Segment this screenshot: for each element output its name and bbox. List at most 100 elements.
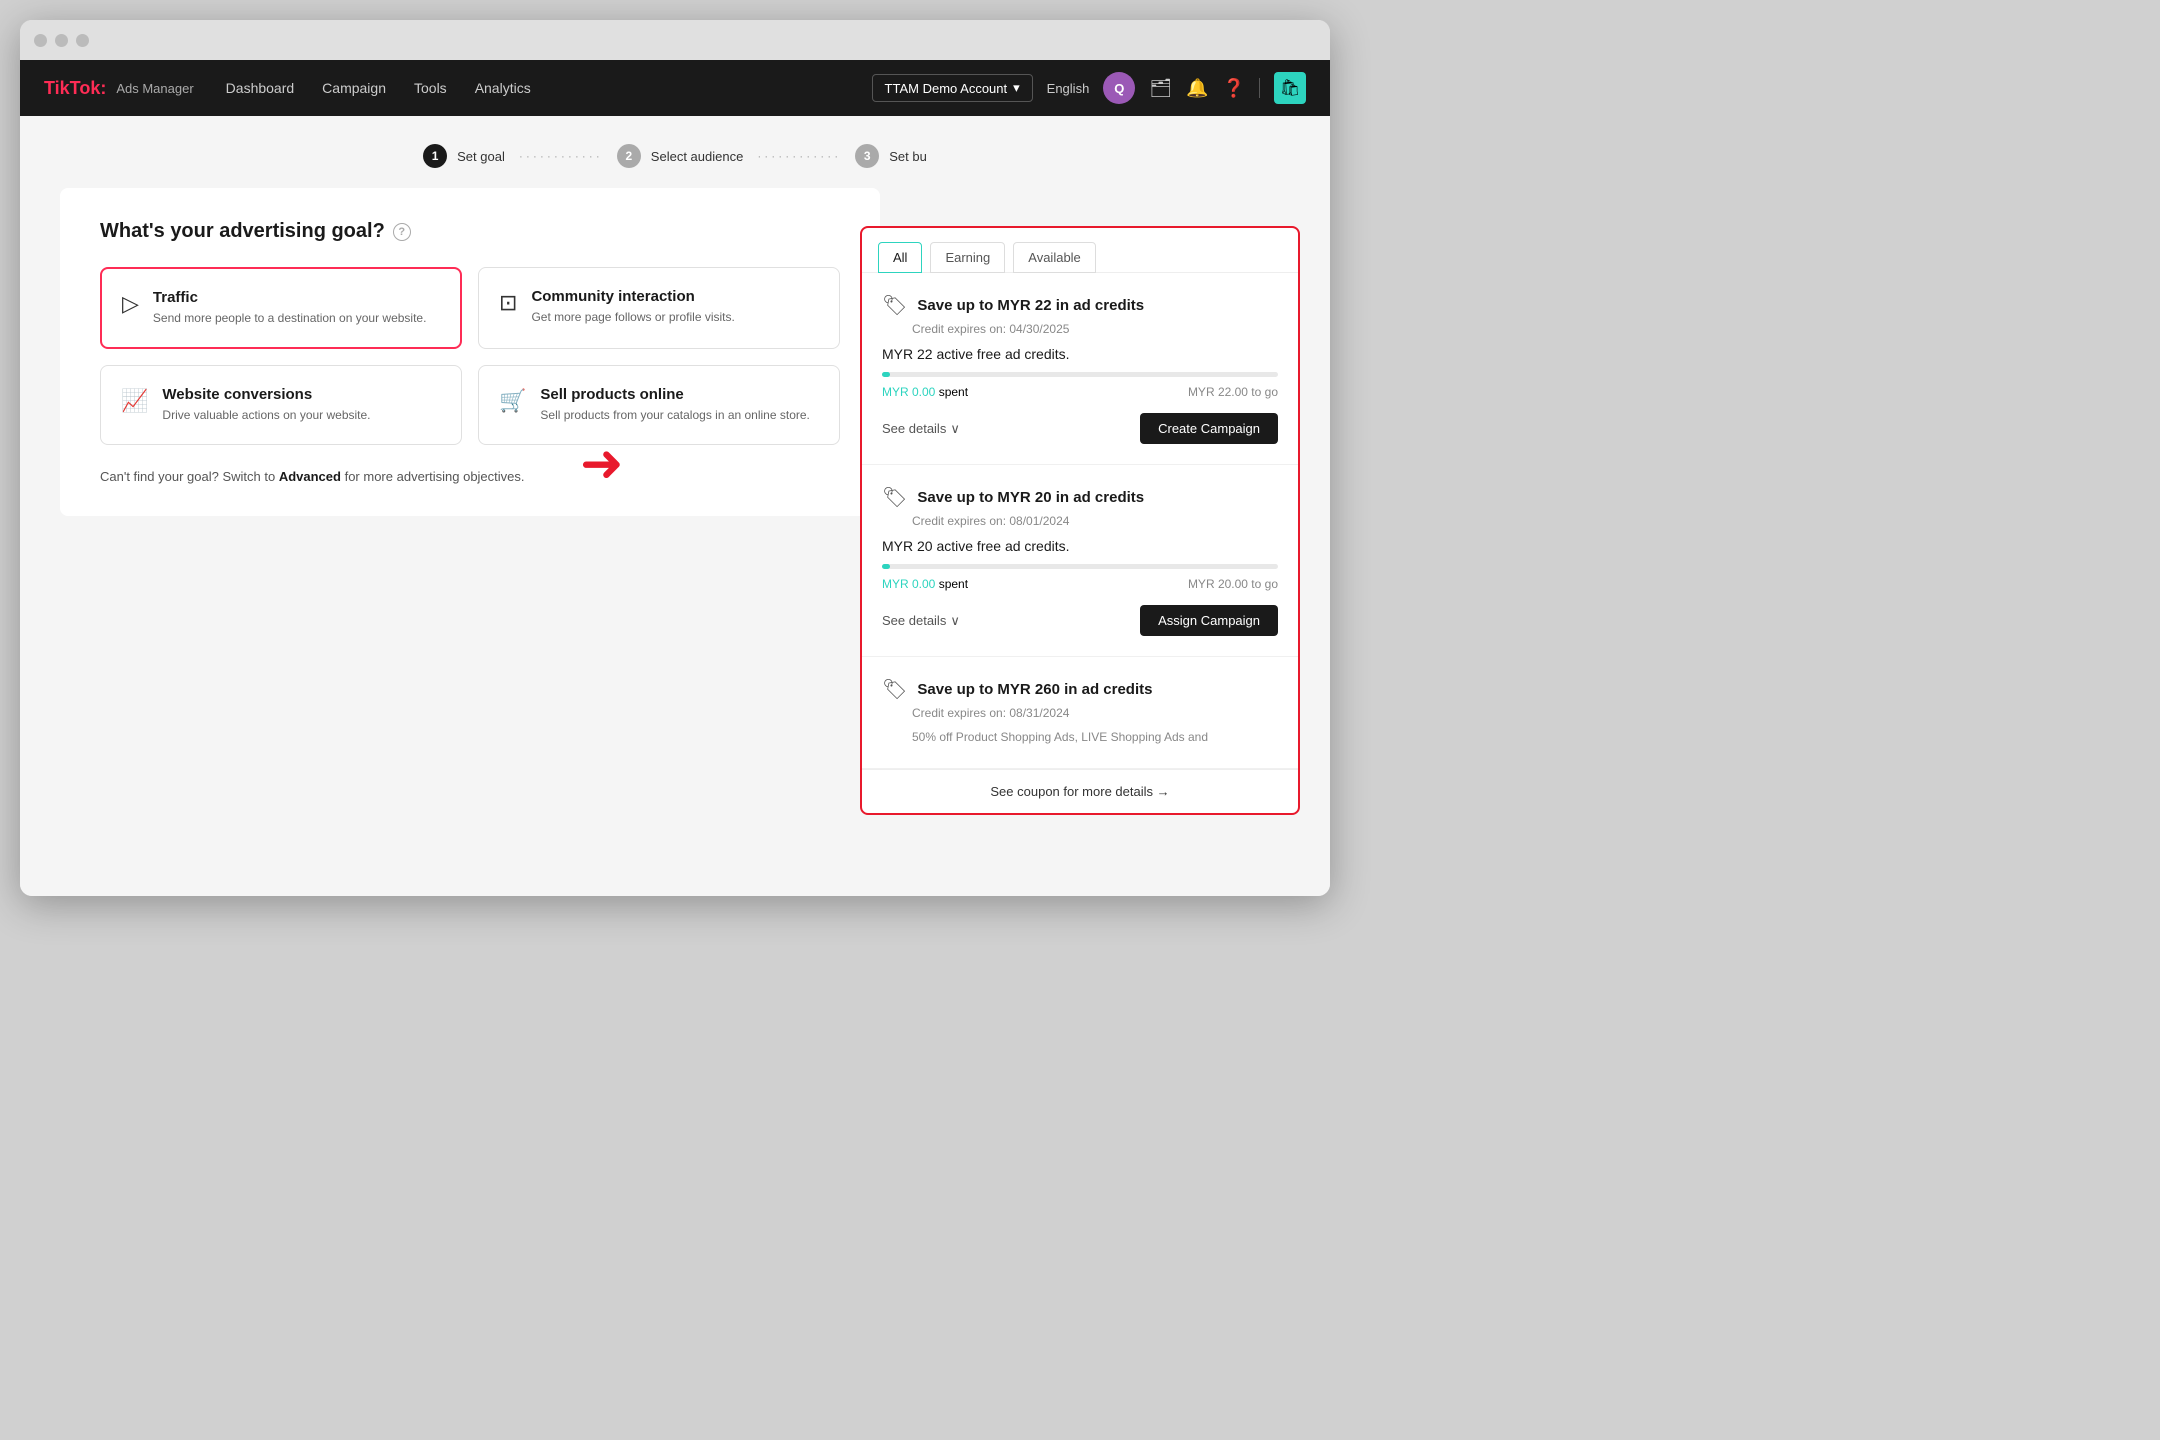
coupon-2-spent: MYR 0.00 spent bbox=[882, 577, 968, 591]
coupon-1-see-details[interactable]: See details ∨ bbox=[882, 421, 960, 437]
coupon-1-active-text: MYR 22 active free ad credits. bbox=[882, 346, 1278, 362]
app-window: TikTok: Ads Manager Dashboard Campaign T… bbox=[20, 20, 1330, 896]
goal-section-title: What's your advertising goal? ? bbox=[100, 220, 840, 243]
step-2-label: Select audience bbox=[651, 149, 744, 164]
step-3-number: 3 bbox=[855, 144, 879, 168]
traffic-card-title: Traffic bbox=[153, 289, 427, 306]
title-bar bbox=[20, 20, 1330, 60]
sell-icon: 🛒 bbox=[499, 388, 526, 414]
coupon-1-spent: MYR 0.00 spent bbox=[882, 385, 968, 399]
coupon-3-partial-text: 50% off Product Shopping Ads, LIVE Shopp… bbox=[912, 730, 1278, 744]
coupon-1-expiry: Credit expires on: 04/30/2025 bbox=[912, 322, 1278, 336]
community-card-content: Community interaction Get more page foll… bbox=[531, 288, 734, 326]
tiktok-shop-icon[interactable]: 🛍 bbox=[1274, 72, 1306, 104]
nav-links: Dashboard Campaign Tools Analytics bbox=[226, 80, 872, 96]
coupon-tab-earning[interactable]: Earning bbox=[930, 242, 1005, 273]
coupon-1-togo: MYR 22.00 to go bbox=[1188, 385, 1278, 399]
nav-campaign[interactable]: Campaign bbox=[322, 80, 386, 96]
coupon-2-see-details[interactable]: See details ∨ bbox=[882, 613, 960, 629]
community-icon: ⊡ bbox=[499, 290, 517, 316]
chevron-down-small-icon: ∨ bbox=[950, 421, 960, 437]
step-dots-1: ············ bbox=[519, 149, 603, 163]
coupon-1-progress-fill bbox=[882, 372, 890, 377]
main-content: 1 Set goal ············ 2 Select audienc… bbox=[20, 116, 1330, 896]
help-icon[interactable]: ❓ bbox=[1223, 78, 1245, 99]
community-card-desc: Get more page follows or profile visits. bbox=[531, 309, 734, 326]
logo-text: TikTok: bbox=[44, 78, 106, 99]
tiktok-brand: TikTok: bbox=[44, 78, 106, 98]
account-name: TTAM Demo Account bbox=[885, 81, 1008, 96]
arrow-indicator: ➜ bbox=[580, 434, 624, 494]
coupon-2-progress-labels: MYR 0.00 spent MYR 20.00 to go bbox=[882, 577, 1278, 591]
coupon-3-header: 🏷 Save up to MYR 260 in ad credits bbox=[882, 677, 1278, 702]
goal-help-icon[interactable]: ? bbox=[393, 223, 411, 241]
traffic-light-maximize[interactable] bbox=[76, 34, 89, 47]
coupon-3-title: Save up to MYR 260 in ad credits bbox=[917, 681, 1152, 698]
step-2: 2 Select audience bbox=[617, 144, 744, 168]
advanced-text: Can't find your goal? Switch to Advanced… bbox=[100, 469, 840, 484]
coupon-2-icon: 🏷 bbox=[882, 485, 907, 510]
step-3: 3 Set bu bbox=[855, 144, 927, 168]
coupon-tabs: All Earning Available bbox=[862, 228, 1298, 273]
coupon-panel: All Earning Available 🏷 Save up to MYR 2… bbox=[860, 226, 1300, 815]
goal-card-sell[interactable]: 🛒 Sell products online Sell products fro… bbox=[478, 365, 840, 445]
sell-card-content: Sell products online Sell products from … bbox=[540, 386, 809, 424]
chevron-down-small-icon-2: ∨ bbox=[950, 613, 960, 629]
coupon-tab-available[interactable]: Available bbox=[1013, 242, 1096, 273]
coupon-2-title: Save up to MYR 20 in ad credits bbox=[917, 489, 1144, 506]
step-1: 1 Set goal bbox=[423, 144, 505, 168]
goal-card-conversions[interactable]: 📈 Website conversions Drive valuable act… bbox=[100, 365, 462, 445]
coupon-1-title: Save up to MYR 22 in ad credits bbox=[917, 297, 1144, 314]
coupon-1-header: 🏷 Save up to MYR 22 in ad credits bbox=[882, 293, 1278, 318]
step-3-label: Set bu bbox=[889, 149, 927, 164]
logo-subtitle: Ads Manager bbox=[116, 81, 193, 96]
briefcase-icon[interactable]: 🗂 bbox=[1149, 78, 1172, 99]
goal-card-traffic[interactable]: ▷ Traffic Send more people to a destinat… bbox=[100, 267, 462, 349]
coupon-1-progress-bar bbox=[882, 372, 1278, 377]
traffic-light-minimize[interactable] bbox=[55, 34, 68, 47]
account-selector[interactable]: TTAM Demo Account ▾ bbox=[872, 74, 1033, 102]
assign-campaign-button[interactable]: Assign Campaign bbox=[1140, 605, 1278, 636]
see-coupon-link[interactable]: See coupon for more details → bbox=[862, 769, 1298, 813]
coupon-item-2: 🏷 Save up to MYR 20 in ad credits Credit… bbox=[862, 465, 1298, 657]
step-1-number: 1 bbox=[423, 144, 447, 168]
nav-tools[interactable]: Tools bbox=[414, 80, 447, 96]
community-card-title: Community interaction bbox=[531, 288, 734, 305]
see-coupon-text: See coupon for more details → bbox=[990, 784, 1169, 799]
conversions-card-content: Website conversions Drive valuable actio… bbox=[162, 386, 370, 424]
conversions-card-desc: Drive valuable actions on your website. bbox=[162, 407, 370, 424]
shop-icon-symbol: 🛍 bbox=[1280, 78, 1300, 98]
conversions-icon: 📈 bbox=[121, 388, 148, 414]
traffic-light-close[interactable] bbox=[34, 34, 47, 47]
traffic-card-desc: Send more people to a destination on you… bbox=[153, 310, 427, 327]
chevron-down-icon: ▾ bbox=[1013, 80, 1020, 96]
step-2-number: 2 bbox=[617, 144, 641, 168]
steps-bar: 1 Set goal ············ 2 Select audienc… bbox=[20, 116, 1330, 188]
advanced-link[interactable]: Advanced bbox=[279, 469, 341, 484]
nav-analytics[interactable]: Analytics bbox=[475, 80, 531, 96]
coupon-2-header: 🏷 Save up to MYR 20 in ad credits bbox=[882, 485, 1278, 510]
coupon-list: 🏷 Save up to MYR 22 in ad credits Credit… bbox=[862, 273, 1298, 813]
sell-card-desc: Sell products from your catalogs in an o… bbox=[540, 407, 809, 424]
top-navigation: TikTok: Ads Manager Dashboard Campaign T… bbox=[20, 60, 1330, 116]
coupon-2-active-text: MYR 20 active free ad credits. bbox=[882, 538, 1278, 554]
sell-card-title: Sell products online bbox=[540, 386, 809, 403]
bell-icon[interactable]: 🔔 bbox=[1186, 78, 1208, 99]
goal-card-community[interactable]: ⊡ Community interaction Get more page fo… bbox=[478, 267, 840, 349]
goal-title-text: What's your advertising goal? bbox=[100, 220, 385, 243]
nav-right: TTAM Demo Account ▾ English Q 🗂 🔔 ❓ 🛍 bbox=[872, 72, 1306, 104]
nav-dashboard[interactable]: Dashboard bbox=[226, 80, 295, 96]
coupon-2-expiry: Credit expires on: 08/01/2024 bbox=[912, 514, 1278, 528]
language-selector[interactable]: English bbox=[1047, 81, 1090, 96]
create-campaign-button[interactable]: Create Campaign bbox=[1140, 413, 1278, 444]
coupon-2-progress-bar bbox=[882, 564, 1278, 569]
traffic-card-content: Traffic Send more people to a destinatio… bbox=[153, 289, 427, 327]
coupon-tab-all[interactable]: All bbox=[878, 242, 922, 273]
step-1-label: Set goal bbox=[457, 149, 505, 164]
coupon-2-togo: MYR 20.00 to go bbox=[1188, 577, 1278, 591]
goal-grid: ▷ Traffic Send more people to a destinat… bbox=[100, 267, 840, 445]
coupon-1-footer: See details ∨ Create Campaign bbox=[882, 413, 1278, 444]
avatar[interactable]: Q bbox=[1103, 72, 1135, 104]
coupon-item-1: 🏷 Save up to MYR 22 in ad credits Credit… bbox=[862, 273, 1298, 465]
coupon-1-icon: 🏷 bbox=[882, 293, 907, 318]
